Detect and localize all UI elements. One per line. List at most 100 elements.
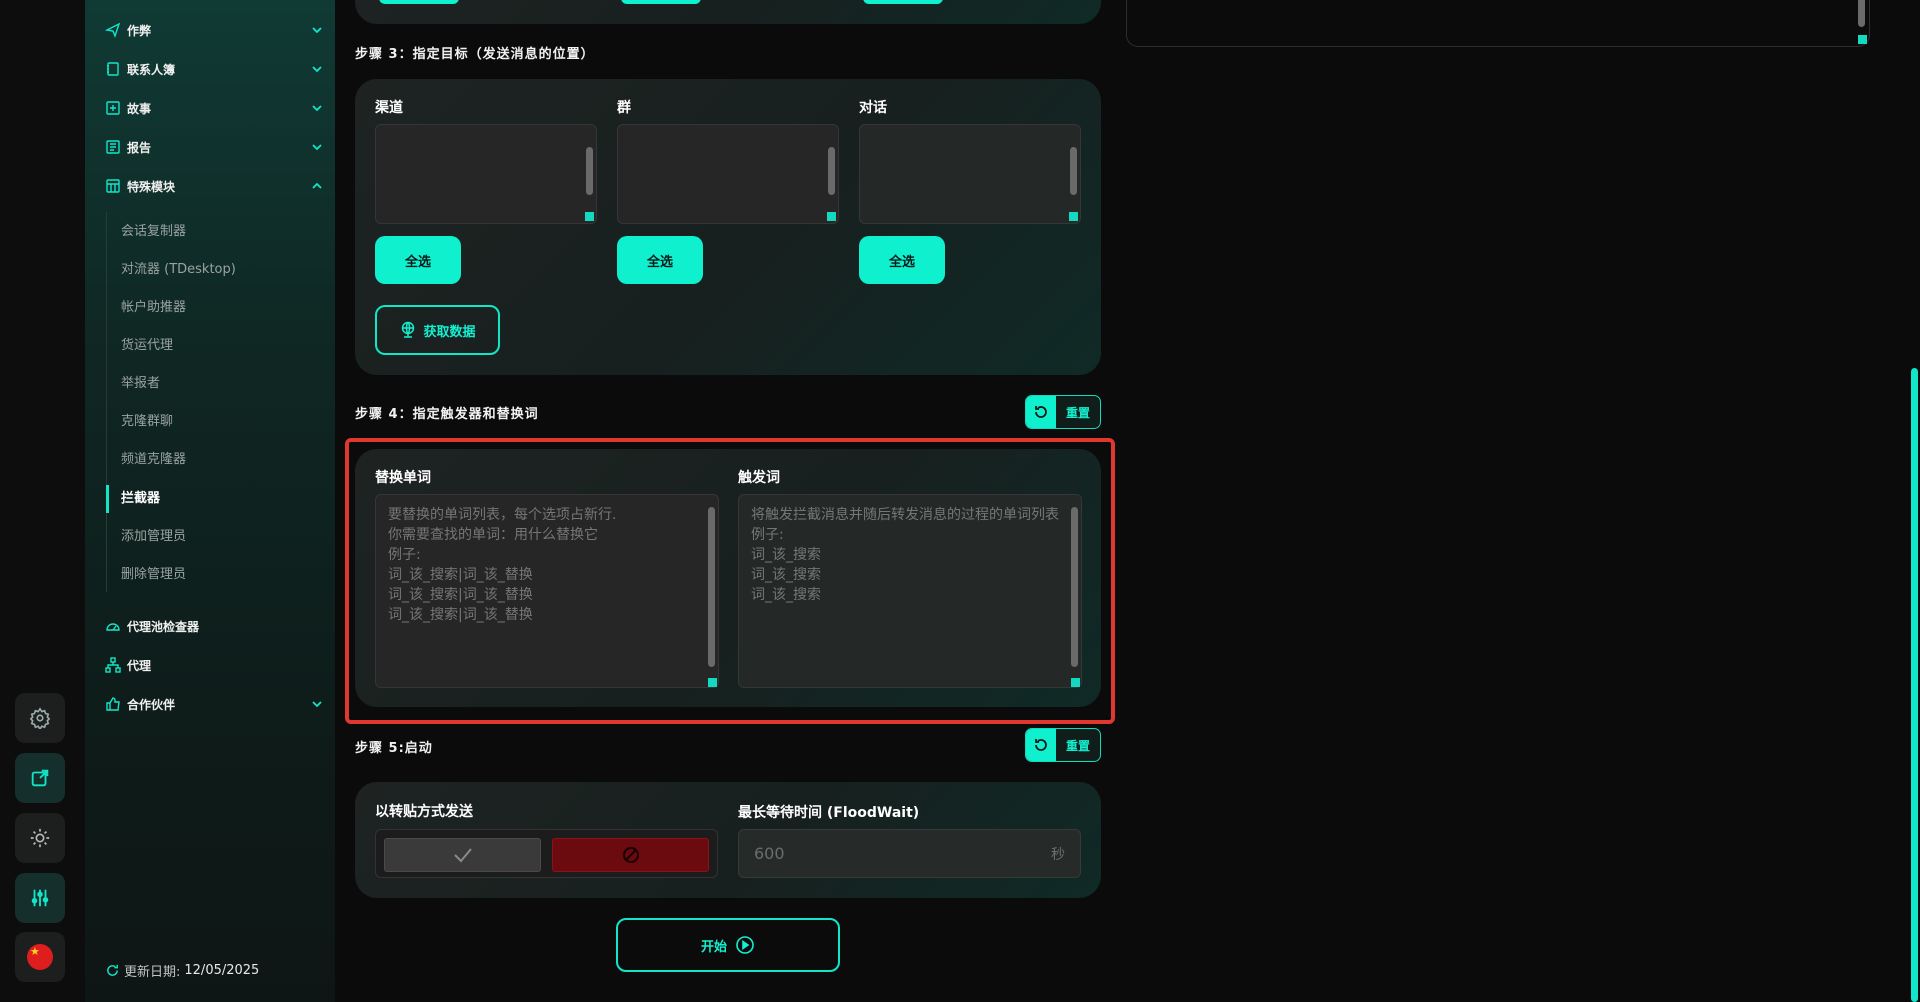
step4-title: 步骤 4：指定触发器和替换词	[355, 407, 539, 422]
sidebar-item-cheat[interactable]: 作弊	[104, 18, 325, 42]
replace-words-label: 替换单词	[375, 470, 431, 486]
sidebar-subitem-account-booster[interactable]: 帐户助推器	[121, 298, 186, 318]
dialogs-label: 对话	[859, 100, 887, 116]
sidebar-item-label: 代理	[127, 658, 152, 673]
fetch-data-button[interactable]: 获取数据	[375, 305, 500, 355]
sidebar-subitem-converter[interactable]: 对流器 (TDesktop)	[121, 260, 236, 280]
play-circle-icon	[736, 936, 754, 954]
globe-icon	[402, 321, 415, 338]
chevron-down-icon	[312, 144, 322, 151]
update-label: 更新日期:	[124, 965, 181, 980]
scrollbar[interactable]	[708, 507, 715, 667]
speedometer-icon	[105, 618, 121, 634]
sidebar-subitem-add-admin[interactable]: 添加管理员	[121, 527, 186, 547]
groups-label: 群	[617, 100, 631, 116]
resize-grip-icon[interactable]	[1069, 212, 1078, 221]
external-link-button[interactable]	[15, 753, 65, 803]
log-panel	[1126, 0, 1870, 47]
replace-words-textarea[interactable]: 要替换的单词列表，每个选项占新行. 你需要查找的单词：用什么替换它 例子: 词_…	[375, 494, 719, 688]
chevron-up-icon	[312, 182, 322, 189]
update-date-value: 12/05/2025	[184, 963, 260, 978]
sidebar-item-contacts[interactable]: 联系人簿	[105, 57, 325, 81]
dialogs-select-all-button[interactable]: 全选	[859, 236, 945, 284]
sidebar-item-label: 报告	[127, 140, 152, 155]
sidebar-subitem-session-copier[interactable]: 会话复制器	[121, 222, 186, 242]
forward-no-button[interactable]	[552, 838, 709, 872]
language-button[interactable]	[15, 932, 65, 982]
sidebar-item-partners[interactable]: 合作伙伴	[105, 692, 325, 716]
settings-button[interactable]	[15, 693, 65, 743]
trigger-words-label: 触发词	[738, 470, 780, 486]
groups-select-all-button[interactable]: 全选	[617, 236, 703, 284]
thumbs-up-icon	[105, 696, 121, 712]
reset-label: 重置	[1065, 405, 1090, 420]
send-icon	[104, 22, 121, 39]
chevron-down-icon	[312, 66, 322, 73]
sidebar-item-label: 特殊模块	[127, 179, 176, 194]
sidebar-item-proxy[interactable]: 代理	[105, 653, 325, 677]
theme-toggle-button[interactable]	[15, 813, 65, 863]
update-date: 更新日期: 12/05/2025	[105, 961, 259, 980]
resize-grip-icon[interactable]	[708, 678, 717, 687]
start-label: 开始	[700, 939, 727, 955]
sidebar-item-reports[interactable]: 报告	[105, 135, 325, 159]
adjustments-button[interactable]	[15, 873, 65, 923]
network-icon	[105, 657, 121, 673]
resize-grip-icon[interactable]	[585, 212, 594, 221]
sidebar-item-special-modules[interactable]: 特殊模块	[105, 174, 325, 198]
scrollbar[interactable]	[1071, 507, 1078, 667]
step5-reset-button[interactable]: 重置	[1025, 728, 1101, 762]
sidebar-subitem-interceptor[interactable]: 拦截器	[121, 489, 160, 509]
sidebar-item-label: 作弊	[127, 23, 152, 38]
resize-grip-icon[interactable]	[1858, 35, 1867, 44]
resize-grip-icon[interactable]	[1071, 678, 1080, 687]
sidebar-item-label: 故事	[127, 101, 152, 116]
step2-button-edge	[863, 0, 943, 4]
chevron-down-icon	[312, 27, 322, 34]
sidebar-subitem-remove-admin[interactable]: 删除管理员	[121, 565, 186, 585]
scrollbar[interactable]	[586, 147, 593, 195]
floodwait-input[interactable]: 600 秒	[738, 829, 1081, 878]
step2-button-edge	[621, 0, 701, 4]
page-scrollbar-thumb[interactable]	[1911, 368, 1918, 1002]
fetch-data-label: 获取数据	[423, 324, 476, 340]
sidebar-item-label: 代理池检查器	[127, 619, 200, 634]
step5-title: 步骤 5:启动	[355, 741, 433, 756]
ban-icon	[622, 847, 639, 863]
forward-toggle	[375, 829, 718, 878]
icon-rail	[0, 0, 85, 1002]
sidebar-subitem-forwarder[interactable]: 货运代理	[121, 336, 173, 356]
channels-list[interactable]	[375, 124, 597, 224]
chevron-down-icon	[312, 105, 322, 112]
trigger-words-textarea[interactable]: 将触发拦截消息并随后转发消息的过程的单词列表 例子: 词_该_搜索 词_该_搜索…	[738, 494, 1082, 688]
sidebar-subitem-reporter[interactable]: 举报者	[121, 374, 160, 394]
dialogs-list[interactable]	[859, 124, 1081, 224]
channels-select-all-button[interactable]: 全选	[375, 236, 461, 284]
sidebar-subitem-channel-cloner[interactable]: 频道克隆器	[121, 450, 186, 470]
start-button[interactable]: 开始	[616, 918, 840, 972]
step3-title: 步骤 3：指定目标（发送消息的位置）	[355, 47, 595, 62]
sidebar-subitem-clone-group[interactable]: 克隆群聊	[121, 412, 173, 432]
sidebar-item-proxy-checker[interactable]: 代理池检查器	[105, 614, 325, 638]
gear-icon	[29, 707, 51, 729]
contacts-icon	[105, 61, 121, 77]
sidebar-item-stories[interactable]: 故事	[105, 96, 325, 120]
sun-icon	[30, 828, 50, 848]
china-flag-icon	[27, 944, 53, 970]
step4-reset-button[interactable]: 重置	[1025, 395, 1101, 429]
log-scrollbar[interactable]	[1858, 0, 1865, 27]
forward-yes-button[interactable]	[384, 838, 541, 872]
external-link-icon	[31, 769, 49, 787]
sidebar-item-label: 联系人簿	[127, 62, 176, 77]
sliders-icon	[31, 889, 49, 907]
active-indicator	[106, 485, 109, 513]
table-icon	[105, 178, 121, 194]
channels-label: 渠道	[375, 100, 403, 116]
scrollbar[interactable]	[828, 147, 835, 195]
plus-square-icon	[105, 100, 121, 116]
sidebar: 作弊 联系人簿 故事 报告 特殊模块 会话复制器 对流器 (TDesktop) …	[85, 0, 335, 1002]
scrollbar[interactable]	[1070, 147, 1077, 195]
resize-grip-icon[interactable]	[827, 212, 836, 221]
floodwait-unit: 秒	[1051, 846, 1065, 863]
groups-list[interactable]	[617, 124, 839, 224]
